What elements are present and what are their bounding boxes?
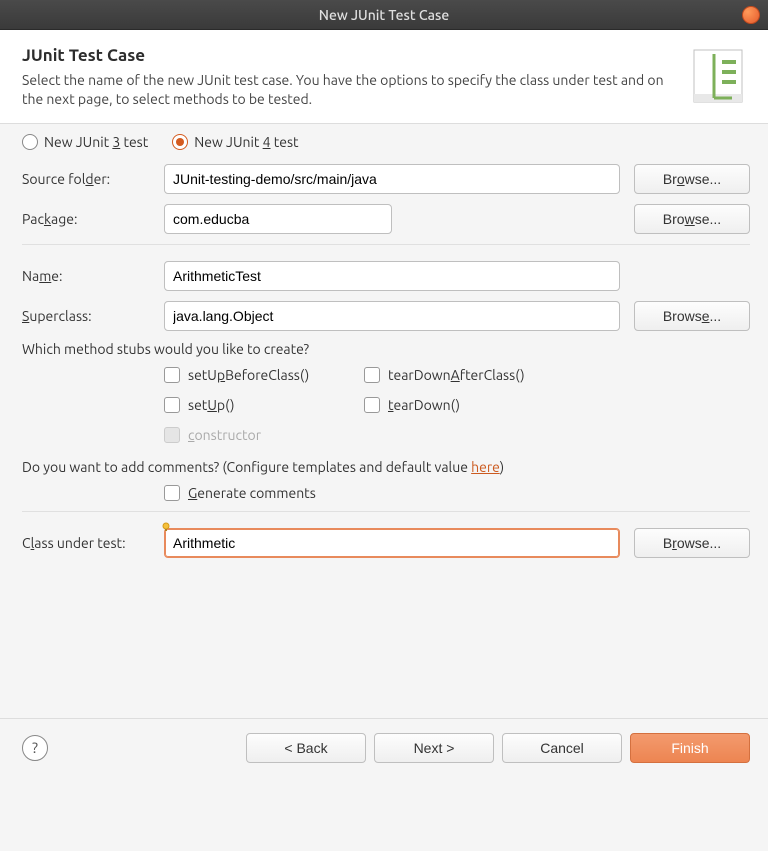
separator — [22, 244, 750, 245]
checkbox-label: Generate comments — [188, 485, 316, 501]
radio-icon — [172, 134, 188, 150]
checkbox-teardownafterclass[interactable]: tearDownAfterClass() — [364, 367, 564, 383]
finish-button[interactable]: Finish — [630, 733, 750, 763]
checkbox-setupbeforeclass[interactable]: setUpBeforeClass() — [164, 367, 364, 383]
comments-question: Do you want to add comments? (Configure … — [22, 459, 750, 475]
radio-icon — [22, 134, 38, 150]
back-button[interactable]: < Back — [246, 733, 366, 763]
checkbox-icon — [164, 427, 180, 443]
stubs-question: Which method stubs would you like to cre… — [22, 341, 750, 357]
checkbox-teardown[interactable]: tearDown() — [364, 397, 564, 413]
class-under-test-input[interactable] — [164, 528, 620, 558]
source-folder-input[interactable] — [164, 164, 620, 194]
cancel-button[interactable]: Cancel — [502, 733, 622, 763]
checkbox-icon — [364, 367, 380, 383]
browse-class-button[interactable]: Browse... — [634, 528, 750, 558]
checkbox-icon — [164, 485, 180, 501]
checkbox-label: tearDown() — [388, 397, 460, 413]
checkbox-label: tearDownAfterClass() — [388, 367, 525, 383]
package-input[interactable] — [164, 204, 392, 234]
help-icon[interactable]: ? — [22, 735, 48, 761]
browse-package-button[interactable]: Browse... — [634, 204, 750, 234]
checkbox-icon — [164, 367, 180, 383]
junit-wizard-icon — [688, 46, 748, 106]
superclass-input[interactable] — [164, 301, 620, 331]
class-under-test-label: Class under test: — [22, 535, 164, 551]
dialog-header: JUnit Test Case Select the name of the n… — [0, 30, 768, 123]
checkbox-label: setUpBeforeClass() — [188, 367, 309, 383]
radio-junit3[interactable]: New JUnit 3 test — [22, 134, 148, 150]
header-subtitle: Select the name of the new JUnit test ca… — [22, 71, 674, 109]
name-label: Name: — [22, 268, 164, 284]
source-folder-label: Source folder: — [22, 171, 164, 187]
checkbox-setup[interactable]: setUp() — [164, 397, 364, 413]
close-icon[interactable] — [742, 6, 760, 24]
checkbox-label: setUp() — [188, 397, 235, 413]
superclass-label: Superclass: — [22, 308, 164, 324]
radio-label-junit3: New JUnit 3 test — [44, 134, 148, 150]
checkbox-icon — [364, 397, 380, 413]
radio-label-junit4: New JUnit 4 test — [194, 134, 298, 150]
configure-templates-link[interactable]: here — [471, 459, 500, 475]
lightbulb-icon — [160, 520, 172, 532]
name-input[interactable] — [164, 261, 620, 291]
browse-superclass-button[interactable]: Browse... — [634, 301, 750, 331]
radio-junit4[interactable]: New JUnit 4 test — [172, 134, 298, 150]
titlebar: New JUnit Test Case — [0, 0, 768, 30]
checkbox-constructor: constructor — [164, 427, 364, 443]
next-button[interactable]: Next > — [374, 733, 494, 763]
window-title: New JUnit Test Case — [319, 7, 449, 23]
package-label: Package: — [22, 211, 164, 227]
browse-source-button[interactable]: Browse... — [634, 164, 750, 194]
checkbox-generate-comments[interactable]: Generate comments — [164, 485, 316, 501]
checkbox-label: constructor — [188, 427, 261, 443]
checkbox-icon — [164, 397, 180, 413]
header-title: JUnit Test Case — [22, 46, 674, 65]
separator — [22, 511, 750, 512]
